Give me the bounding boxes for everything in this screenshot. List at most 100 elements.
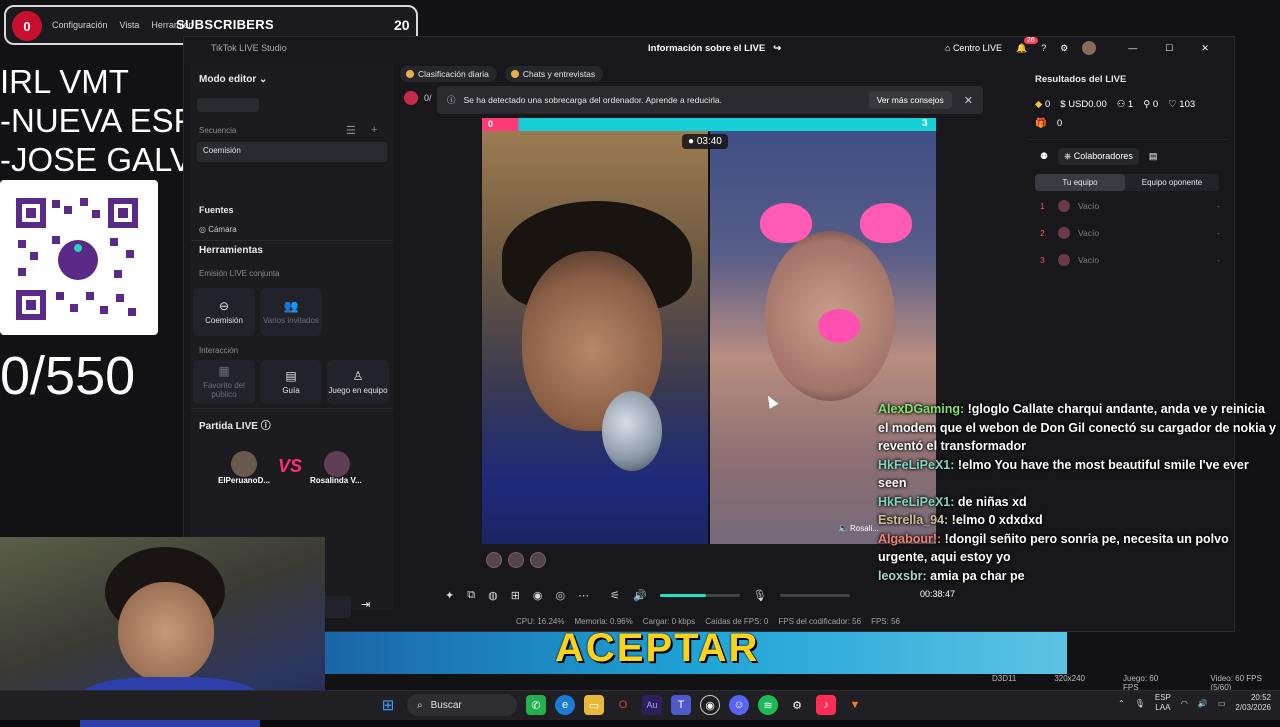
- more-icon[interactable]: ⋯: [578, 589, 589, 602]
- top-right-toolbar: ⌂ Centro LIVE 🔔 26 ? ⚙ — ☐ ✕: [945, 36, 1209, 55]
- language-indicator[interactable]: ESP LAA: [1155, 693, 1171, 713]
- team-game-label: Juego en equipo: [328, 385, 388, 395]
- notification-button[interactable]: 🔔 26: [1016, 36, 1038, 54]
- multi-guest-button[interactable]: 👥 Varios invitados: [260, 288, 322, 336]
- volume-slider[interactable]: [659, 593, 740, 597]
- info-icon[interactable]: ⓘ: [261, 421, 271, 432]
- whatsapp-icon[interactable]: ✆: [526, 695, 546, 715]
- speaker-icon[interactable]: 🔈: [838, 523, 849, 534]
- share-icon[interactable]: ↪: [773, 43, 781, 54]
- guide-button[interactable]: ▤ Guía: [260, 360, 322, 404]
- list-icon[interactable]: ▤: [1149, 151, 1158, 162]
- help-icon[interactable]: ?: [1041, 43, 1046, 53]
- battery-icon[interactable]: ▭: [1218, 699, 1226, 708]
- edge-icon[interactable]: e: [555, 695, 575, 715]
- gifter-avatar[interactable]: [486, 552, 502, 568]
- gifter-avatar[interactable]: [508, 552, 524, 568]
- sliders-icon[interactable]: ⚟: [610, 589, 620, 602]
- add-icon[interactable]: ⊞: [511, 589, 520, 602]
- diamond-stat: ◆ 0: [1035, 99, 1050, 110]
- live-center-button[interactable]: ⌂ Centro LIVE: [945, 43, 1002, 53]
- rose-gift-icon: [404, 91, 418, 105]
- score-right: 3: [922, 118, 928, 129]
- close-icon[interactable]: ✕: [1201, 43, 1209, 54]
- taskbar-search[interactable]: ⌕ Buscar: [407, 694, 517, 716]
- timer-icon: ●: [688, 136, 697, 147]
- live-info-title[interactable]: Información sobre el LIVE ↪: [648, 43, 781, 54]
- microphone-icon[interactable]: 🎙: [753, 589, 767, 602]
- brave-icon[interactable]: ▼: [845, 695, 865, 715]
- audience-favorite-button[interactable]: ▦ Favorito del público: [193, 360, 255, 404]
- after-effects-icon[interactable]: Au: [642, 695, 662, 715]
- guests-icon: 👥: [283, 298, 299, 313]
- team-tabs: Tu equipo Equipo oponente: [1035, 174, 1219, 191]
- effects-icon[interactable]: ◍: [488, 589, 498, 602]
- tab-opponent-team[interactable]: Equipo oponente: [1125, 174, 1219, 191]
- coemision-button[interactable]: ⊖ Coemisión: [193, 288, 255, 336]
- match-timer-value: 03:40: [696, 136, 722, 147]
- volume-icon[interactable]: 🔊: [1198, 699, 1208, 708]
- gear-icon[interactable]: ⚙: [1060, 43, 1068, 54]
- gifter-avatar[interactable]: [530, 552, 546, 568]
- close-icon[interactable]: ✕: [964, 94, 973, 107]
- clock[interactable]: 20:52 2/03/2026: [1235, 693, 1271, 713]
- file-explorer-icon[interactable]: ▭: [584, 695, 604, 715]
- chats-interviews-chip[interactable]: Chats y entrevistas: [504, 66, 604, 82]
- record-icon[interactable]: ◉: [533, 589, 543, 602]
- stream-controls: ✦ ⧉ ◍ ⊞ ◉ ◎ ⋯ ⚟ 🔊 🎙: [445, 585, 885, 605]
- tab-my-team[interactable]: Tu equipo: [1035, 174, 1125, 191]
- system-tray: ⌃ 🎙 ESP LAA ◠ 🔊 ▭ 20:52 2/03/2026: [1118, 693, 1271, 713]
- exit-icon[interactable]: ⇥: [361, 598, 370, 611]
- magic-wand-icon[interactable]: ✦: [445, 589, 454, 602]
- windows-start-icon[interactable]: ⊞: [378, 695, 398, 715]
- tiktok-icon[interactable]: ♪: [816, 695, 836, 715]
- discord-icon[interactable]: ☺: [729, 695, 749, 715]
- chat-text: !elmo 0 xdxdxd: [948, 513, 1043, 527]
- player-left-name: ElPeruanoD...: [218, 476, 271, 485]
- add-scene-icon[interactable]: +: [371, 124, 377, 136]
- mic-level-slider[interactable]: [779, 593, 850, 597]
- studio-left-panel: Modo editor ⌄ Secuencia ☰ + Coemisión Fu…: [191, 64, 393, 618]
- menu-vista[interactable]: Vista: [120, 20, 140, 30]
- menu-configuracion[interactable]: Configuración: [52, 20, 108, 30]
- steam-icon[interactable]: ⚙: [787, 695, 807, 715]
- layout-code: LAA: [1155, 703, 1171, 712]
- more-tips-button[interactable]: Ver más consejos: [868, 91, 952, 109]
- scene-tab-portrait[interactable]: [197, 98, 259, 112]
- live-match-label: Partida LIVE: [199, 421, 258, 432]
- collaborators-tab[interactable]: ⎈ Colaboradores: [1058, 148, 1139, 165]
- spotify-icon[interactable]: ≋: [758, 695, 778, 715]
- chat-username: Algabour!:: [878, 531, 942, 546]
- player-right-name: Rosalinda V...: [310, 476, 362, 485]
- like-stat: ♡ 103: [1168, 99, 1195, 110]
- microphone-icon[interactable]: 🎙: [1135, 699, 1145, 708]
- opera-icon[interactable]: O: [613, 695, 633, 715]
- scene-item-coemision[interactable]: Coemisión: [197, 142, 387, 162]
- people-icon[interactable]: ⚉: [1040, 151, 1048, 162]
- list-icon[interactable]: ☰: [346, 124, 356, 137]
- joint-live-label: Emisión LIVE conjunta: [199, 269, 280, 278]
- guide-icon: ▤: [285, 368, 297, 383]
- capture-icon[interactable]: ◎: [556, 589, 566, 602]
- team-game-button[interactable]: ♙ Juego en equipo: [327, 360, 389, 404]
- volume-fill: [659, 593, 707, 597]
- layout-icon[interactable]: ⧉: [467, 589, 475, 602]
- source-item-camera[interactable]: ◎ Cámara: [199, 225, 237, 234]
- mode-selector[interactable]: Modo editor ⌄: [199, 74, 267, 85]
- volume-icon[interactable]: 🔊: [633, 589, 647, 602]
- minimize-icon[interactable]: —: [1128, 43, 1137, 53]
- viewers-icon: ⚇: [1116, 99, 1126, 110]
- scene-tab-landscape[interactable]: [261, 98, 323, 112]
- interaction-label: Interacción: [199, 346, 239, 355]
- wifi-icon[interactable]: ◠: [1181, 699, 1188, 708]
- avatar[interactable]: [1082, 41, 1097, 55]
- obs-icon[interactable]: ◉: [700, 695, 720, 715]
- avatar: [1058, 226, 1070, 239]
- teams-icon[interactable]: T: [671, 695, 691, 715]
- maximize-icon[interactable]: ☐: [1165, 43, 1173, 54]
- daily-ranking-chip[interactable]: Clasificación diaria: [400, 66, 497, 82]
- cpu-stat: CPU: 16.24%: [516, 617, 565, 626]
- chevron-up-icon[interactable]: ⌃: [1118, 699, 1125, 708]
- clock-time: 20:52: [1250, 693, 1271, 702]
- diamond-icon: ◆: [1035, 99, 1043, 110]
